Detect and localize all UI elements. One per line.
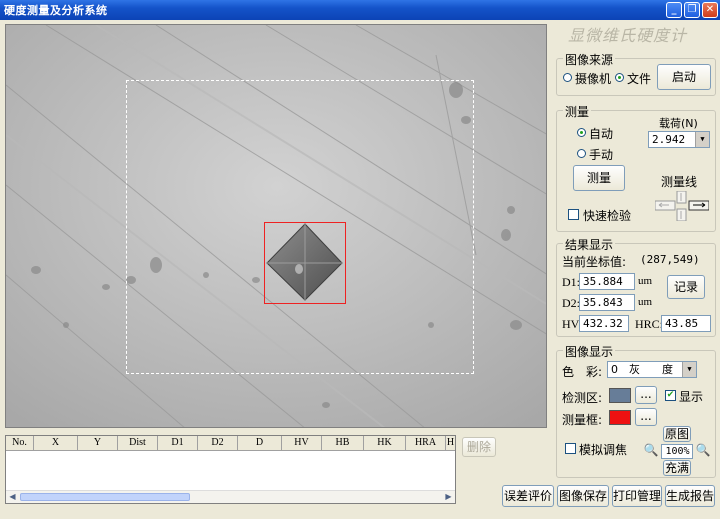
image-display-group: 图像显示 色 彩: 0 灰 度 ▼ 检测区: ... ✔ 显示 测量框: ...… [556, 343, 716, 478]
error-evaluation-button[interactable]: 误差评价 [502, 485, 554, 507]
d1-label: D1: [562, 275, 580, 289]
col-header[interactable]: Y [78, 436, 118, 450]
camera-label: 摄像机 [575, 72, 612, 86]
dropdown-arrow-icon[interactable]: ▼ [682, 362, 696, 377]
group-title: 图像显示 [563, 343, 616, 360]
zoom-in-icon[interactable]: 🔍 [643, 443, 659, 459]
auto-radio[interactable] [577, 128, 586, 137]
coord-label: 当前坐标值: [562, 255, 627, 269]
results-table[interactable]: No. X Y Dist D1 D2 D HV HB HK HRA H ◀ ▶ [5, 435, 456, 504]
d2-field[interactable]: 35.843 [579, 294, 635, 311]
col-header[interactable]: No. [6, 436, 34, 450]
detect-color-swatch[interactable] [609, 388, 631, 403]
maximize-button[interactable]: ❐ [684, 2, 700, 18]
d2-label: D2: [562, 296, 580, 310]
manual-radio[interactable] [577, 149, 586, 158]
quick-check-label: 快速检验 [583, 209, 632, 223]
brand-title: 显微维氏硬度计 [568, 26, 688, 45]
group-title: 结果显示 [563, 236, 616, 253]
detect-color-picker-button[interactable]: ... [635, 386, 657, 404]
horizontal-scrollbar[interactable]: ◀ ▶ [6, 490, 455, 503]
result-display-group: 结果显示 当前坐标值: (287,549) D1: 35.884 um D2: … [556, 236, 716, 337]
file-label: 文件 [627, 72, 652, 86]
title-bar: 硬度测量及分析系统 _ ❐ ✕ [0, 0, 720, 20]
col-header[interactable]: D1 [158, 436, 198, 450]
group-title: 图像来源 [563, 51, 616, 68]
detect-area-label: 检测区: [562, 391, 603, 405]
col-header[interactable]: Dist [118, 436, 158, 450]
col-header[interactable]: HB [322, 436, 364, 450]
zoom-field[interactable]: 100% [661, 444, 693, 459]
measurement-frame-box[interactable] [264, 222, 346, 304]
d1-unit: um [638, 275, 653, 287]
scroll-thumb[interactable] [20, 493, 190, 501]
col-header[interactable]: X [34, 436, 78, 450]
restore-icon: ❐ [687, 4, 697, 15]
load-value: 2.942 [652, 133, 686, 146]
col-header[interactable]: D [238, 436, 282, 450]
image-source-group: 图像来源 摄像机 文件 启动 [556, 51, 716, 96]
table-header: No. X Y Dist D1 D2 D HV HB HK HRA H [6, 436, 455, 451]
measure-line-arrows-icon[interactable] [654, 190, 710, 222]
col-header[interactable]: HK [364, 436, 406, 450]
print-manage-button[interactable]: 打印管理 [612, 485, 662, 507]
dropdown-arrow-icon[interactable]: ▼ [695, 132, 709, 147]
simulate-focus-checkbox[interactable] [565, 443, 576, 454]
group-title: 测量 [563, 103, 592, 120]
show-checkbox[interactable]: ✔ [665, 390, 676, 401]
measure-line-control[interactable] [654, 190, 710, 222]
col-header[interactable]: H [446, 436, 455, 450]
frame-color-picker-button[interactable]: ... [635, 408, 657, 426]
load-select[interactable]: 2.942 ▼ [648, 131, 710, 148]
d2-unit: um [638, 296, 653, 308]
quick-check-checkbox[interactable] [568, 209, 579, 220]
minimize-button[interactable]: _ [666, 2, 682, 18]
scroll-right-icon[interactable]: ▶ [442, 491, 455, 503]
coord-value: (287,549) [640, 253, 700, 266]
color-select[interactable]: 0 灰 度 ▼ [607, 361, 697, 378]
hrc-field[interactable]: 43.85 [661, 315, 711, 332]
close-icon: ✕ [705, 4, 715, 15]
measure-line-label: 测量线 [661, 175, 698, 189]
generate-report-button[interactable]: 生成报告 [665, 485, 715, 507]
load-label: 载荷(N) [659, 117, 698, 130]
hv-field[interactable]: 432.32 [579, 315, 629, 332]
show-label: 显示 [679, 390, 704, 404]
zoom-out-icon[interactable]: 🔍 [695, 443, 711, 459]
minimize-icon: _ [671, 4, 677, 15]
frame-color-swatch[interactable] [609, 410, 631, 425]
close-button[interactable]: ✕ [702, 2, 718, 18]
save-image-button[interactable]: 图像保存 [557, 485, 609, 507]
hrc-label: HRC: [635, 317, 664, 331]
file-radio[interactable] [615, 73, 624, 82]
color-value: 0 灰 度 [611, 363, 673, 376]
window-title: 硬度测量及分析系统 [4, 4, 108, 17]
start-button[interactable]: 启动 [657, 64, 711, 90]
fit-fill-button[interactable]: 充满 [663, 460, 691, 476]
col-header[interactable]: HRA [406, 436, 446, 450]
manual-label: 手动 [589, 148, 614, 162]
image-viewport[interactable] [5, 24, 547, 428]
delete-button[interactable]: 删除 [462, 437, 496, 457]
col-header[interactable]: D2 [198, 436, 238, 450]
measure-button[interactable]: 测量 [573, 165, 625, 191]
measure-group: 测量 自动 手动 载荷(N) 2.942 ▼ 测量 测量线 快速检验 [556, 103, 716, 232]
record-button[interactable]: 记录 [667, 275, 705, 299]
color-label: 色 彩: [562, 365, 603, 379]
auto-label: 自动 [589, 127, 614, 141]
scroll-left-icon[interactable]: ◀ [6, 491, 19, 503]
original-size-button[interactable]: 原图 [663, 426, 691, 442]
camera-radio[interactable] [563, 73, 572, 82]
simulate-focus-label: 模拟调焦 [579, 443, 628, 457]
col-header[interactable]: HV [282, 436, 322, 450]
d1-field[interactable]: 35.884 [579, 273, 635, 290]
measure-frame-label: 测量框: [562, 413, 603, 427]
